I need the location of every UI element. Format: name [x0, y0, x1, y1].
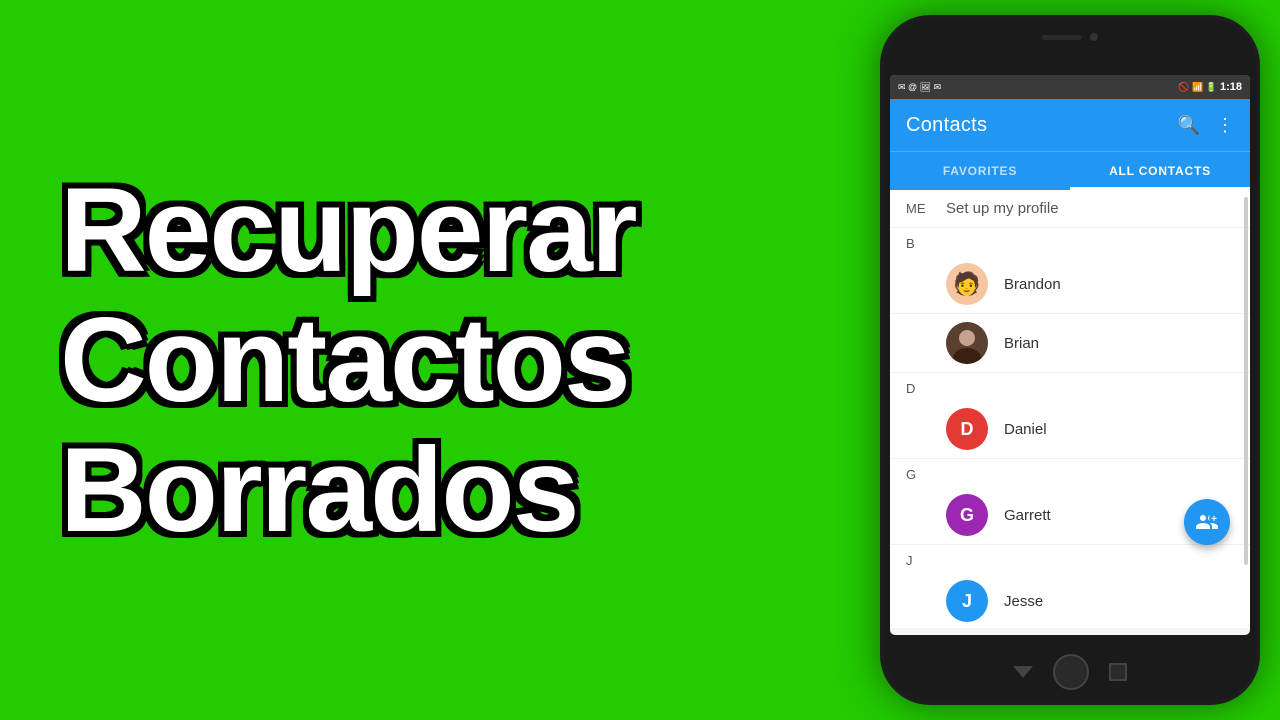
status-time: 1:18	[1220, 81, 1242, 93]
section-letter-d: D	[906, 381, 930, 396]
signal-icon: 🚫 📶 🔋	[1178, 82, 1217, 93]
headline-line3: Borrados	[60, 430, 820, 550]
avatar-brian	[946, 322, 988, 364]
avatar-brandon: 🧑	[946, 263, 988, 305]
left-text-area: Recuperar Contactos Borrados	[0, 130, 880, 590]
avatar-daniel: D	[946, 408, 988, 450]
contact-brandon[interactable]: 🧑 Brandon	[890, 255, 1250, 314]
speaker-grill	[1042, 35, 1082, 40]
app-bar-icons: 🔍 ⋮	[1178, 115, 1234, 136]
section-letter-g: G	[906, 467, 930, 482]
contact-brian[interactable]: Brian	[890, 314, 1250, 373]
status-right-icons: 🚫 📶 🔋 1:18	[1178, 81, 1242, 93]
me-row[interactable]: ME Set up my profile	[890, 190, 1250, 228]
section-header-j: J	[890, 545, 1250, 572]
contacts-list[interactable]: ME Set up my profile B 🧑 Brandon	[890, 190, 1250, 628]
phone-top-notch	[1042, 33, 1098, 41]
section-letter-b: B	[906, 236, 930, 251]
home-button	[1053, 654, 1089, 690]
search-icon[interactable]: 🔍	[1178, 115, 1200, 136]
status-left-icons: ✉ @ 🖼 ✉	[898, 82, 941, 93]
section-letter-j: J	[906, 553, 930, 568]
tab-favorites[interactable]: FAVORITES	[890, 152, 1070, 190]
me-label: ME	[906, 201, 930, 216]
phone-frame: ✉ @ 🖼 ✉ 🚫 📶 🔋 1:18 Contacts 🔍 ⋮ FAVORIT	[880, 15, 1260, 705]
contact-jesse[interactable]: J Jesse	[890, 572, 1250, 628]
phone-mockup: ✉ @ 🖼 ✉ 🚫 📶 🔋 1:18 Contacts 🔍 ⋮ FAVORIT	[880, 15, 1260, 705]
phone-home-area	[1013, 654, 1127, 690]
camera-dot	[1090, 33, 1098, 41]
contact-name-brian: Brian	[1004, 335, 1039, 352]
contact-daniel[interactable]: D Daniel	[890, 400, 1250, 459]
app-title: Contacts	[906, 114, 987, 137]
app-bar: Contacts 🔍 ⋮	[890, 99, 1250, 151]
headline-line1: Recuperar	[60, 170, 820, 290]
section-header-g: G	[890, 459, 1250, 486]
svg-text:+: +	[1211, 514, 1217, 525]
headline-line2: Contactos	[60, 300, 820, 420]
contact-name-garrett: Garrett	[1004, 507, 1051, 524]
notification-icons: ✉ @ 🖼 ✉	[898, 82, 941, 93]
contact-name-daniel: Daniel	[1004, 421, 1047, 438]
scroll-indicator	[1244, 197, 1248, 565]
more-options-icon[interactable]: ⋮	[1216, 115, 1234, 136]
avatar-garrett: G	[946, 494, 988, 536]
add-contact-fab[interactable]: +	[1184, 499, 1230, 545]
avatar-jesse: J	[946, 580, 988, 622]
me-profile-text: Set up my profile	[946, 200, 1059, 217]
contact-name-brandon: Brandon	[1004, 276, 1061, 293]
status-bar: ✉ @ 🖼 ✉ 🚫 📶 🔋 1:18	[890, 75, 1250, 99]
section-header-d: D	[890, 373, 1250, 400]
tabs-bar: FAVORITES ALL CONTACTS	[890, 151, 1250, 190]
contact-name-jesse: Jesse	[1004, 593, 1043, 610]
recent-apps-button	[1109, 663, 1127, 681]
tab-all-contacts[interactable]: ALL CONTACTS	[1070, 152, 1250, 190]
back-button	[1013, 666, 1033, 678]
phone-screen: ✉ @ 🖼 ✉ 🚫 📶 🔋 1:18 Contacts 🔍 ⋮ FAVORIT	[890, 75, 1250, 635]
section-header-b: B	[890, 228, 1250, 255]
